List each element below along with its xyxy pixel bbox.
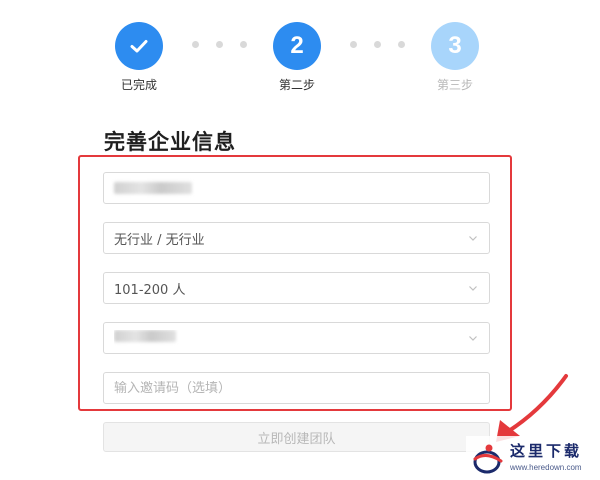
chevron-down-icon [469,286,477,291]
industry-select[interactable]: 无行业 / 无行业 [103,222,490,254]
region-select[interactable] [103,322,490,354]
invite-code-field[interactable] [103,372,490,404]
chevron-down-icon [469,336,477,341]
watermark-logo-icon [473,444,503,474]
watermark: 这里下载 www.heredown.com [466,436,596,480]
watermark-url: www.heredown.com [510,463,582,472]
industry-value: 无行业 / 无行业 [114,232,205,248]
company-size-select[interactable]: 101-200 人 [103,272,490,304]
step-3-label: 第三步 [436,78,473,92]
step-2-active: 2 [273,22,321,70]
create-team-button[interactable]: 立即创建团队 [103,422,490,452]
company-name-input[interactable] [103,172,490,204]
redacted-company-name [114,182,192,194]
step-1-label: 已完成 [120,78,157,92]
redacted-region [114,330,176,342]
watermark-title: 这里下载 [510,442,583,460]
region-value [114,330,467,346]
chevron-down-icon [469,236,477,241]
step-connector-1 [192,41,247,48]
page-title: 完善企业信息 [104,130,236,154]
step-connector-2 [350,41,405,48]
step-3-pending: 3 [431,22,479,70]
step-2-label: 第二步 [278,78,315,92]
check-icon [130,40,148,53]
invite-code-input[interactable] [114,380,479,396]
company-size-value: 101-200 人 [114,282,186,298]
step-1-complete [115,22,163,70]
